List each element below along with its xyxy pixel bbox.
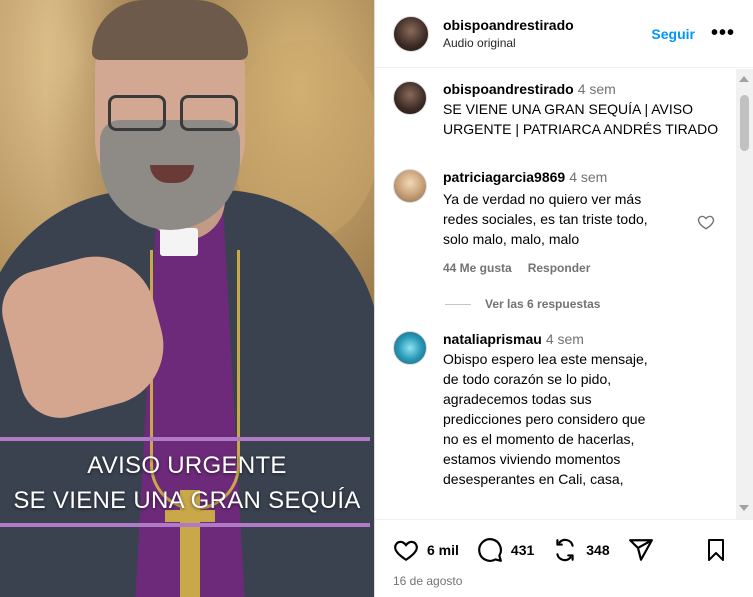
comments-scrollbar[interactable] — [736, 69, 753, 519]
video-subject-hair — [92, 0, 248, 60]
comment-header: nataliaprismau 4 sem — [443, 331, 719, 347]
comment-text: Obispo espero lea este mensaje, de todo … — [443, 351, 648, 487]
repost-button[interactable]: 348 — [552, 537, 610, 563]
overlay-divider-top — [0, 437, 370, 441]
comments-count[interactable]: 431 — [511, 542, 534, 558]
view-replies-label[interactable]: Ver las 6 respuestas — [485, 297, 600, 311]
overlay-line-2: SE VIENE UNA GRAN SEQUÍA — [13, 487, 361, 514]
more-options-icon[interactable]: ••• — [711, 22, 735, 45]
share-button[interactable] — [628, 537, 662, 563]
scroll-up-arrow-icon[interactable] — [739, 76, 749, 82]
caption-header: obispoandrestirado 4 sem — [443, 81, 719, 97]
comment-likes-count[interactable]: 44 Me gusta — [443, 261, 512, 275]
comment-time[interactable]: 4 sem — [546, 331, 584, 347]
scroll-down-arrow-icon[interactable] — [739, 505, 749, 511]
video-player[interactable]: AVISO URGENTE SE VIENE UNA GRAN SEQUÍA — [0, 0, 374, 597]
caption-time[interactable]: 4 sem — [578, 81, 616, 97]
overlay-divider-bottom — [0, 523, 370, 527]
repost-icon[interactable] — [552, 537, 578, 563]
commenter-avatar[interactable] — [393, 169, 427, 203]
actions-row: 6 mil 431 348 — [393, 528, 736, 572]
save-button[interactable] — [704, 538, 736, 562]
like-button[interactable]: 6 mil — [393, 537, 459, 563]
likes-count[interactable]: 6 mil — [427, 542, 459, 558]
follow-button[interactable]: Seguir — [651, 26, 695, 42]
share-icon[interactable] — [628, 537, 654, 563]
replies-divider — [445, 303, 471, 305]
caption-username[interactable]: obispoandrestirado — [443, 81, 574, 97]
post-actions-bar: 6 mil 431 348 16 de agosto — [375, 519, 753, 597]
comment-button[interactable]: 431 — [477, 537, 534, 563]
author-avatar[interactable] — [393, 15, 429, 52]
comment-header: patriciagarcia9869 4 sem — [443, 169, 719, 185]
heart-icon[interactable] — [393, 537, 419, 563]
comment-item: patriciagarcia9869 4 sem Ya de verdad no … — [393, 169, 719, 275]
post-sidebar: obispoandrestirado Audio original Seguir… — [374, 0, 753, 597]
comment-icon[interactable] — [477, 537, 503, 563]
post-header: obispoandrestirado Audio original Seguir… — [375, 0, 753, 68]
commenter-avatar[interactable] — [393, 331, 427, 365]
comment-time[interactable]: 4 sem — [569, 169, 607, 185]
scrollbar-thumb[interactable] — [740, 95, 749, 151]
overlay-line-1: AVISO URGENTE — [87, 452, 287, 479]
audio-label[interactable]: Audio original — [443, 36, 651, 50]
commenter-username[interactable]: nataliaprismau — [443, 331, 542, 347]
author-username[interactable]: obispoandrestirado — [443, 17, 651, 33]
reposts-count[interactable]: 348 — [586, 542, 609, 558]
comment-body: nataliaprismau 4 sem Obispo espero lea es… — [443, 331, 719, 489]
post-date[interactable]: 16 de agosto — [393, 574, 736, 588]
commenter-username[interactable]: patriciagarcia9869 — [443, 169, 565, 185]
view-replies-toggle[interactable]: Ver las 6 respuestas — [445, 297, 719, 311]
reply-button[interactable]: Responder — [528, 261, 591, 275]
post-caption: obispoandrestirado 4 sem SE VIENE UNA GRA… — [393, 81, 719, 139]
reel-viewer: AVISO URGENTE SE VIENE UNA GRAN SEQUÍA o… — [0, 0, 753, 597]
comment-actions: 44 Me gusta Responder — [443, 261, 719, 275]
caption-text: SE VIENE UNA GRAN SEQUÍA | AVISO URGENTE… — [443, 101, 719, 137]
caption-body: obispoandrestirado 4 sem SE VIENE UNA GRA… — [443, 81, 719, 139]
comment-text: Ya de verdad no quiero ver más redes soc… — [443, 191, 648, 247]
comment-heart-icon[interactable] — [697, 213, 715, 231]
caption-author-avatar[interactable] — [393, 81, 427, 115]
bookmark-icon[interactable] — [704, 538, 728, 562]
comment-item: nataliaprismau 4 sem Obispo espero lea es… — [393, 331, 719, 489]
author-meta: obispoandrestirado Audio original — [443, 17, 651, 50]
comment-body: patriciagarcia9869 4 sem Ya de verdad no … — [443, 169, 719, 275]
video-text-overlay: AVISO URGENTE SE VIENE UNA GRAN SEQUÍA — [0, 437, 374, 529]
comments-list[interactable]: obispoandrestirado 4 sem SE VIENE UNA GRA… — [375, 69, 737, 519]
video-subject-glasses — [108, 95, 238, 133]
